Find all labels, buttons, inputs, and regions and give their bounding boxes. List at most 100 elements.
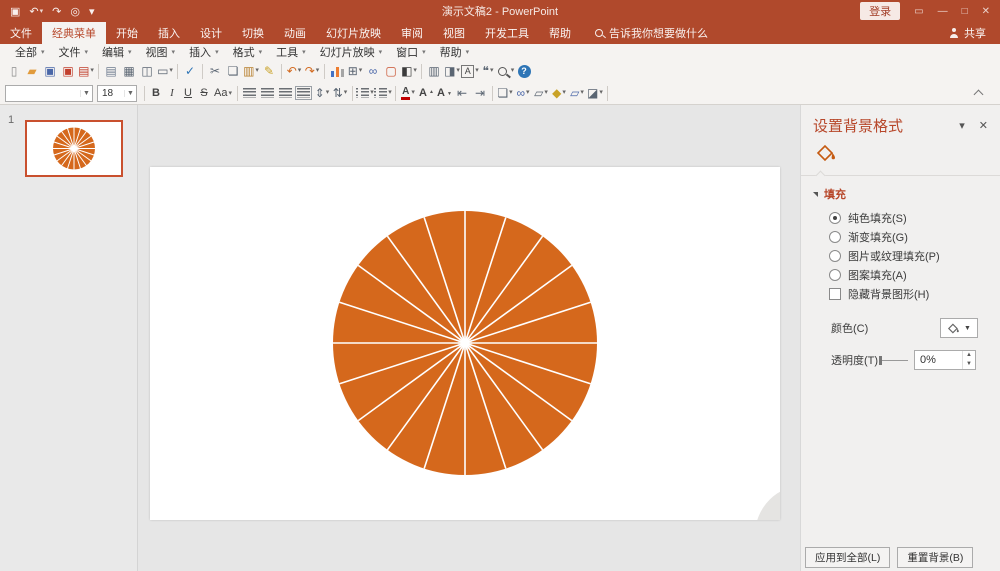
color-dropdown-button[interactable]: ▼ [940, 318, 978, 338]
save-as-button[interactable]: ▣ [59, 62, 77, 80]
decrease-font-size-button[interactable]: A [435, 84, 453, 102]
tab-classic-menu[interactable]: 经典菜单 [42, 22, 106, 44]
tab-home[interactable]: 开始 [106, 22, 148, 44]
cut-button[interactable]: ✂ [206, 62, 224, 80]
menu-insert[interactable]: 插入▾ [182, 44, 226, 60]
spin-up-icon[interactable]: ▲ [963, 351, 975, 360]
tab-design[interactable]: 设计 [190, 22, 232, 44]
tab-help[interactable]: 帮助 [539, 22, 581, 44]
share-button[interactable]: 共享 [949, 22, 1000, 44]
tell-me-search[interactable]: 告诉我你想要做什么 [595, 22, 708, 44]
open-folder-button[interactable]: ▰ [23, 62, 41, 80]
italic-button[interactable]: I [164, 87, 180, 99]
radio-icon[interactable] [829, 269, 841, 281]
edit-shape-button[interactable]: ▱▾ [532, 84, 550, 102]
page-setup-button[interactable]: ▭▾ [156, 62, 174, 80]
slide-layout-button[interactable]: ◧▾ [400, 62, 418, 80]
save-button[interactable]: ▣ [10, 5, 20, 18]
new-document-button[interactable]: ▯ [5, 62, 23, 80]
menu-slide-show[interactable]: 幻灯片放映▾ [313, 44, 390, 60]
tab-transitions[interactable]: 切换 [232, 22, 274, 44]
insert-comment-button[interactable]: ❝▾ [479, 62, 497, 80]
bulleted-list-button[interactable]: ▾ [374, 84, 392, 102]
redo-button[interactable]: ↷ [52, 5, 61, 18]
minimize-button[interactable]: — [938, 6, 948, 17]
checkbox-icon[interactable] [829, 288, 841, 300]
underline-button[interactable]: U [180, 87, 196, 99]
line-spacing-button[interactable]: ⇕▾ [313, 84, 331, 102]
menu-format[interactable]: 格式▾ [226, 44, 270, 60]
help-button[interactable]: ? [515, 62, 533, 80]
spell-check-button[interactable]: ✓ [181, 62, 199, 80]
undo-button[interactable]: ↶▾ [29, 5, 43, 18]
menu-tools[interactable]: 工具▾ [269, 44, 313, 60]
copy-button[interactable]: ❏ [224, 62, 242, 80]
pane-menu-chevron-icon[interactable]: ▾ [959, 119, 965, 132]
tab-insert[interactable]: 插入 [148, 22, 190, 44]
tab-file[interactable]: 文件 [0, 22, 42, 44]
radio-icon[interactable] [829, 250, 841, 262]
tab-animations[interactable]: 动画 [274, 22, 316, 44]
menu-help[interactable]: 帮助▾ [433, 44, 477, 60]
picture-or-texture-fill-option[interactable]: 图片或纹理填充(P) [829, 249, 1000, 262]
strikethrough-button[interactable]: S [196, 87, 212, 99]
text-direction-button[interactable]: ⇅▾ [331, 84, 349, 102]
login-button[interactable]: 登录 [860, 2, 900, 20]
shape-fill-button[interactable]: ◆▾ [550, 84, 568, 102]
apply-to-all-button[interactable]: 应用到全部(L) [805, 547, 890, 568]
numbered-list-button[interactable]: ▾ [356, 84, 374, 102]
undo-button[interactable]: ↶▾ [285, 62, 303, 80]
justify-button[interactable] [295, 84, 313, 102]
radio-icon[interactable] [829, 212, 841, 224]
ribbon-display-options-button[interactable]: ▭ [914, 6, 923, 17]
customize-quick-access-button[interactable]: ▾ [89, 5, 95, 18]
hide-background-graphics-option[interactable]: 隐藏背景图形(H) [829, 287, 1000, 300]
change-case-button[interactable]: Aa▾ [212, 87, 234, 99]
insert-table-button[interactable]: ⊞▾ [346, 62, 364, 80]
print-button[interactable]: ▦ [120, 62, 138, 80]
zoom-button[interactable]: ▾ [497, 62, 515, 80]
save-button[interactable]: ▣ [41, 62, 59, 80]
increase-font-size-button[interactable]: A [417, 84, 435, 102]
font-color-button[interactable]: A▾ [399, 84, 417, 102]
slide-1-thumbnail[interactable] [25, 120, 123, 177]
align-left-button[interactable] [241, 84, 259, 102]
maximize-button[interactable]: □ [962, 6, 968, 17]
export-pdf-button[interactable]: ▤▾ [77, 62, 95, 80]
increase-indent-button[interactable]: ⇥ [471, 84, 489, 102]
align-right-button[interactable] [277, 84, 295, 102]
tab-view[interactable]: 视图 [433, 22, 475, 44]
solid-fill-option[interactable]: 纯色填充(S) [829, 211, 1000, 224]
slide-editing-surface[interactable] [150, 167, 780, 520]
duplicate-object-button[interactable]: ❏▾ [496, 84, 514, 102]
transparency-input[interactable] [915, 354, 959, 366]
gradient-fill-option[interactable]: 渐变填充(G) [829, 230, 1000, 243]
slide-design-button[interactable]: ▥ [425, 62, 443, 80]
insert-hyperlink-button[interactable]: ∞ [364, 62, 382, 80]
font-name-combo[interactable]: ▼ [5, 85, 93, 102]
insert-chart-button[interactable] [328, 62, 346, 80]
format-painter-button[interactable]: ✎ [260, 62, 278, 80]
menu-file[interactable]: 文件▾ [52, 44, 96, 60]
align-center-button[interactable] [259, 84, 277, 102]
print-preview-button[interactable]: ◫ [138, 62, 156, 80]
tab-review[interactable]: 审阅 [391, 22, 433, 44]
bold-button[interactable]: B [148, 87, 164, 99]
radio-icon[interactable] [829, 231, 841, 243]
menu-window[interactable]: 窗口▾ [389, 44, 433, 60]
group-objects-button[interactable]: ∞▾ [514, 84, 532, 102]
pattern-fill-option[interactable]: 图案填充(A) [829, 268, 1000, 281]
redo-button[interactable]: ↷▾ [303, 62, 321, 80]
close-button[interactable]: ✕ [982, 6, 990, 17]
copy-page-button[interactable]: ▤ [102, 62, 120, 80]
touch-mode-button[interactable]: ◎ [70, 5, 80, 18]
menu-all[interactable]: 全部▾ [8, 44, 52, 60]
reset-background-button[interactable]: 重置背景(B) [897, 547, 973, 568]
fill-section-header[interactable]: 填充 [813, 186, 1000, 202]
paste-button[interactable]: ▥▾ [242, 62, 260, 80]
fill-tab[interactable] [815, 144, 1000, 167]
pane-close-icon[interactable]: ✕ [979, 119, 988, 132]
insert-textbox-button[interactable]: A▾ [461, 62, 479, 80]
tab-developer[interactable]: 开发工具 [475, 22, 539, 44]
shape-outline-button[interactable]: ▱▾ [568, 84, 586, 102]
